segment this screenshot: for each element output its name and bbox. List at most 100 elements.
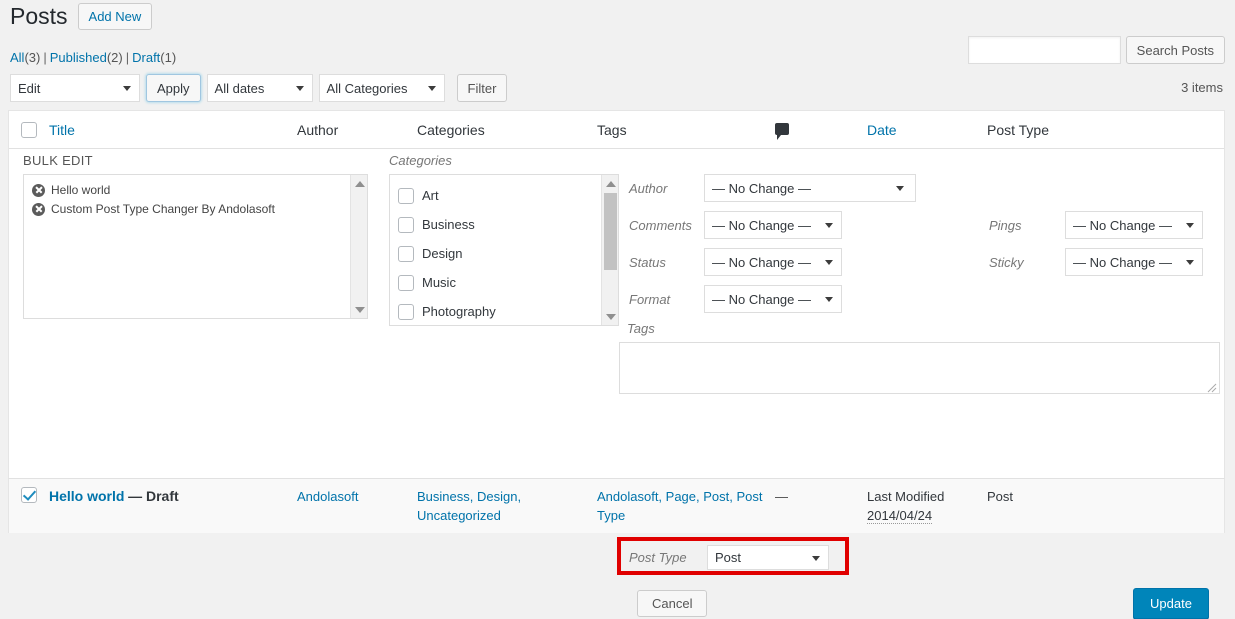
bulk-edit-titles-list: Hello world Custom Post Type Changer By …: [23, 174, 368, 319]
chevron-down-icon: [123, 86, 131, 91]
add-new-button[interactable]: Add New: [77, 3, 153, 30]
view-count-published: (2): [106, 50, 123, 65]
scroll-down-icon[interactable]: [602, 308, 618, 325]
update-button[interactable]: Update: [1133, 588, 1209, 619]
column-header-title-link[interactable]: Title: [49, 122, 75, 138]
date-filter-value: All dates: [214, 80, 265, 96]
date-filter-select[interactable]: All dates: [206, 74, 313, 102]
row-date-value: 2014/04/24: [867, 508, 933, 524]
comments-label: Comments: [629, 217, 692, 233]
filter-button[interactable]: Filter: [456, 74, 508, 102]
format-value: — No Change —: [712, 291, 811, 307]
scroll-down-icon[interactable]: [351, 301, 367, 318]
row-checkbox[interactable]: [21, 487, 37, 503]
author-select[interactable]: — No Change —: [704, 174, 916, 202]
list-item[interactable]: Photography: [398, 297, 610, 325]
chevron-down-icon: [896, 186, 904, 191]
bulk-action-value: Edit: [18, 80, 41, 96]
select-all-cell: [9, 121, 49, 138]
remove-icon[interactable]: [32, 183, 45, 197]
search-input[interactable]: [967, 36, 1121, 64]
view-link-published[interactable]: Published: [50, 50, 107, 65]
row-title-cell: Hello world — Draft: [49, 487, 297, 506]
search-area: Search Posts: [967, 36, 1225, 64]
tags-input[interactable]: [619, 342, 1220, 394]
pings-label: Pings: [989, 217, 1022, 233]
category-checkbox-photography[interactable]: [398, 303, 414, 320]
category-filter-select[interactable]: All Categories: [318, 74, 445, 102]
pings-select[interactable]: — No Change —: [1065, 211, 1203, 239]
category-checkbox-design[interactable]: [398, 245, 414, 262]
sticky-value: — No Change —: [1073, 254, 1172, 270]
view-link-all[interactable]: All: [10, 50, 24, 65]
chevron-down-icon: [825, 260, 833, 265]
post-type-value: Post: [715, 550, 742, 565]
category-checkbox-business[interactable]: [398, 216, 414, 233]
comments-select[interactable]: — No Change —: [704, 211, 842, 239]
select-all-checkbox[interactable]: [21, 121, 37, 138]
bulk-title-label: Custom Post Type Changer By Andolasoft: [51, 202, 275, 216]
row-comments-cell: —: [775, 489, 788, 504]
column-header-comments: [775, 122, 867, 140]
author-value: — No Change —: [712, 180, 811, 196]
column-header-categories: Categories: [417, 121, 485, 138]
chevron-down-icon: [1186, 223, 1194, 228]
category-checkbox-music[interactable]: [398, 274, 414, 291]
column-header-date-link[interactable]: Date: [867, 122, 897, 138]
sticky-select[interactable]: — No Change —: [1065, 248, 1203, 276]
list-item: Custom Post Type Changer By Andolasoft: [32, 200, 359, 218]
table-header-row: Title Author Categories Tags Date Post T…: [9, 111, 1224, 149]
category-label: Art: [422, 188, 439, 203]
list-item[interactable]: Design: [398, 239, 610, 268]
post-type-select[interactable]: Post: [707, 545, 829, 570]
page-header: Posts Add New: [10, 2, 153, 31]
comments-value: — No Change —: [712, 217, 811, 233]
remove-icon[interactable]: [32, 202, 45, 216]
bulk-title-label: Hello world: [51, 183, 111, 197]
row-title-link[interactable]: Hello world: [49, 488, 124, 504]
sticky-field-row: Sticky — No Change —: [989, 248, 1203, 276]
format-label: Format: [629, 291, 671, 307]
category-label: Music: [422, 275, 456, 290]
apply-button[interactable]: Apply: [146, 74, 201, 102]
search-posts-button[interactable]: Search Posts: [1125, 36, 1225, 64]
row-categories-cell: Business, Design, Uncategorized: [417, 487, 597, 525]
row-author-link[interactable]: Andolasoft: [297, 489, 358, 504]
categories-list: Art Business Design Music Photography: [390, 175, 618, 325]
list-item: Hello world: [32, 181, 359, 199]
categories-box: Art Business Design Music Photography: [389, 174, 619, 326]
titles-scrollbar[interactable]: [350, 175, 367, 318]
view-count-all: (3): [24, 50, 41, 65]
list-item[interactable]: Music: [398, 268, 610, 297]
post-type-label: Post Type: [629, 550, 687, 565]
chevron-down-icon: [825, 223, 833, 228]
author-field-row: Author — No Change —: [629, 174, 916, 202]
post-type-field-row: Post Type Post: [629, 545, 829, 570]
cancel-button[interactable]: Cancel: [637, 590, 708, 617]
view-link-draft[interactable]: Draft: [132, 50, 160, 65]
list-item[interactable]: Business: [398, 210, 610, 239]
list-item[interactable]: Art: [398, 181, 610, 210]
table-navigation: Edit Apply All dates All Categories Filt…: [10, 74, 508, 102]
format-select[interactable]: — No Change —: [704, 285, 842, 313]
scrollbar-thumb[interactable]: [604, 193, 617, 270]
status-select[interactable]: — No Change —: [704, 248, 842, 276]
row-tags-cell: Andolasoft, Page, Post, Post Type: [597, 487, 775, 525]
row-categories-links[interactable]: Business, Design, Uncategorized: [417, 489, 521, 523]
comments-field-row: Comments — No Change —: [629, 211, 842, 239]
scroll-up-icon[interactable]: [351, 175, 367, 192]
row-post-type-cell: Post: [987, 489, 1014, 504]
view-count-draft: (1): [160, 50, 177, 65]
row-tags-links[interactable]: Andolasoft, Page, Post, Post Type: [597, 489, 763, 523]
chevron-down-icon: [1186, 260, 1194, 265]
category-label: Business: [422, 217, 475, 232]
category-checkbox-art[interactable]: [398, 187, 414, 204]
chevron-down-icon: [812, 555, 820, 561]
scroll-up-icon[interactable]: [602, 175, 618, 192]
categories-scrollbar[interactable]: [601, 175, 618, 325]
bulk-action-select[interactable]: Edit: [10, 74, 140, 102]
row-author-cell: Andolasoft: [297, 487, 417, 506]
status-field-row: Status — No Change —: [629, 248, 842, 276]
bulk-edit-titles-inner: Hello world Custom Post Type Changer By …: [24, 175, 367, 225]
chevron-down-icon: [295, 86, 304, 91]
